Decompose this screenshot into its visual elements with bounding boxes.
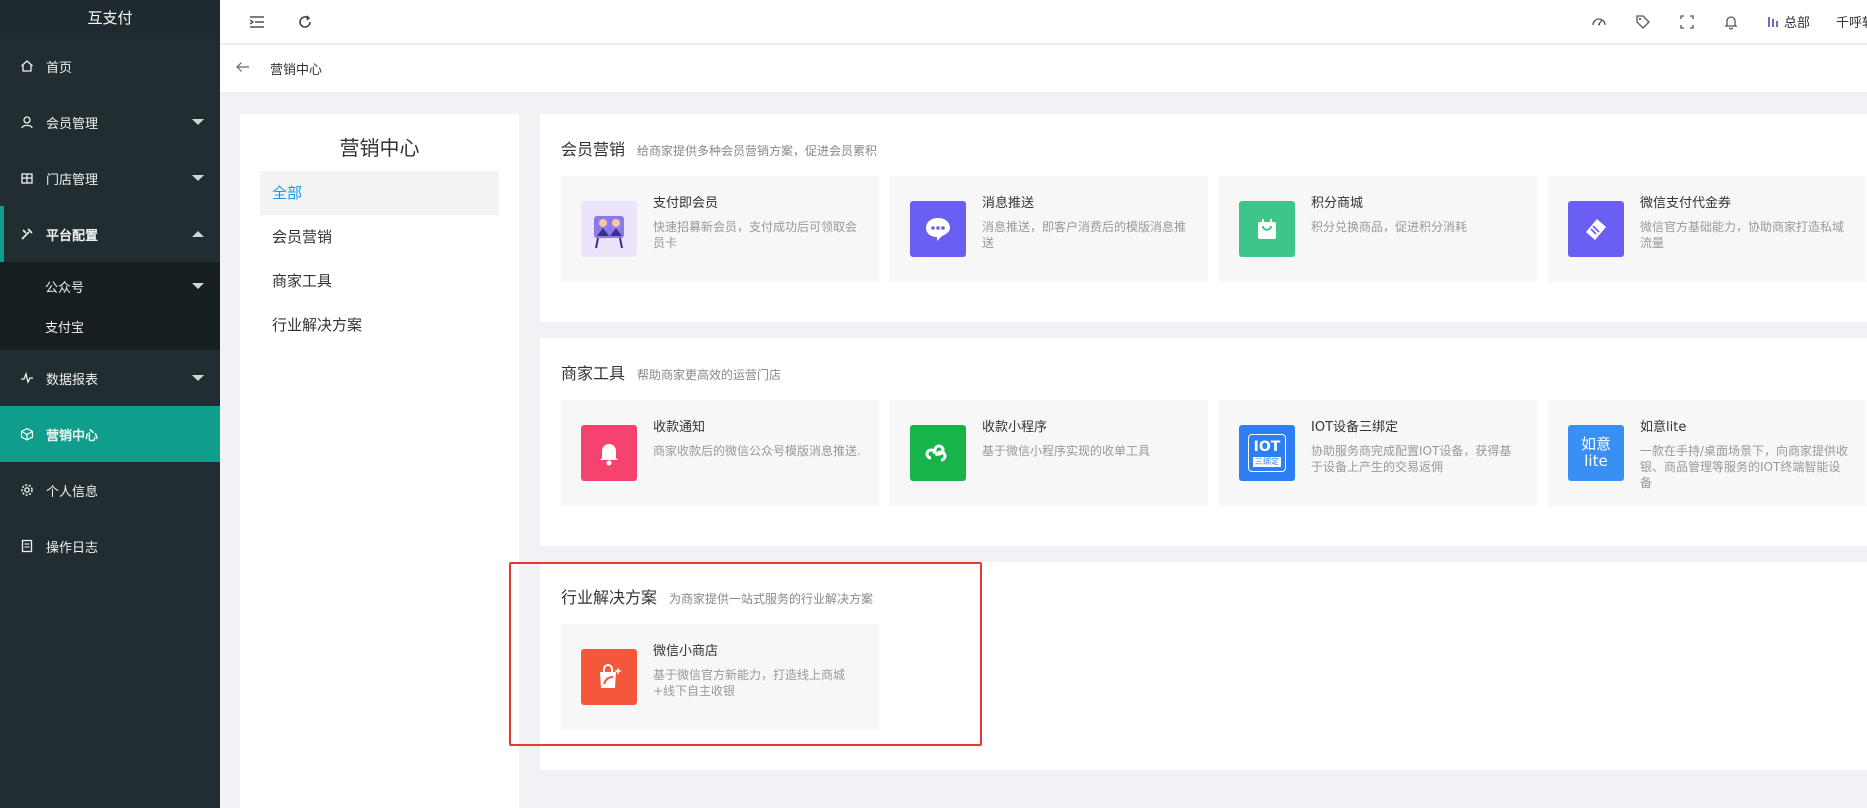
chevron-down-icon xyxy=(192,119,204,125)
ruyi-icon-text: 如意 xyxy=(1580,435,1611,453)
sidebar-item-label: 数据报表 xyxy=(46,372,99,388)
card-name: 如意lite xyxy=(1640,420,1687,435)
category-all[interactable]: 全部 xyxy=(260,171,499,215)
card-pay-to-member[interactable]: 支付即会员 快速招募新会员，支付成功后可领取会员卡 xyxy=(561,176,879,282)
highlight-annotation-box xyxy=(509,562,982,746)
sidebar-item-profile[interactable]: 个人信息 xyxy=(0,462,220,518)
user-menu[interactable]: 千呼软 xyxy=(1836,12,1867,31)
bell-icon[interactable] xyxy=(1722,13,1740,31)
chevron-down-icon xyxy=(192,175,204,181)
card-name: 支付即会员 xyxy=(653,196,719,211)
back-arrow-icon[interactable] xyxy=(236,61,250,77)
card-desc: 一款在手持/桌面场景下，向商家提供收银、商品管理等服务的IOT终端智能设备 xyxy=(1640,444,1849,490)
category-member-marketing[interactable]: 会员营销 xyxy=(260,215,499,259)
mini-program-icon xyxy=(910,425,966,481)
tag-icon[interactable] xyxy=(1634,13,1652,31)
ruyi-icon-subtext: lite xyxy=(1584,452,1608,470)
chevron-down-icon xyxy=(192,375,204,381)
card-desc: 快速招募新会员，支付成功后可领取会员卡 xyxy=(653,220,858,250)
card-ruyi-lite[interactable]: 如意 lite 如意lite 一款在手持/桌面场景下，向商家提供收银、商品管理等… xyxy=(1548,400,1866,506)
section-title: 商家工具 xyxy=(561,364,626,383)
card-name: 收款通知 xyxy=(653,420,706,435)
store-icon xyxy=(20,171,34,185)
gear-icon xyxy=(20,483,34,497)
sidebar-item-label: 操作日志 xyxy=(46,540,99,556)
sidebar-item-label: 营销中心 xyxy=(46,428,99,444)
sidebar-subitem-label: 公众号 xyxy=(45,280,85,296)
sidebar-item-reports[interactable]: 数据报表 xyxy=(0,350,220,406)
member-illustration-icon xyxy=(581,201,637,257)
card-payment-notify[interactable]: 收款通知 商家收款后的微信公众号模版消息推送. xyxy=(561,400,879,506)
section-subtitle: 帮助商家更高效的运营门店 xyxy=(637,368,782,382)
card-payment-mini-program[interactable]: 收款小程序 基于微信小程序实现的收单工具 xyxy=(890,400,1208,506)
card-desc: 基于微信小程序实现的收单工具 xyxy=(982,444,1151,458)
top-bar: 总部 千呼软 xyxy=(220,0,1867,44)
fullscreen-icon[interactable] xyxy=(1678,13,1696,31)
section-merchant-tools: 商家工具 帮助商家更高效的运营门店 收款通知 商家收款后的微信公众号模版消息推送… xyxy=(540,338,1867,546)
chat-bubble-icon xyxy=(910,201,966,257)
card-name: 收款小程序 xyxy=(982,420,1048,435)
chevron-down-icon xyxy=(192,283,204,289)
sidebar-item-label: 门店管理 xyxy=(46,172,99,188)
card-wechat-coupon[interactable]: 微信支付代金券 微信官方基础能力，协助商家打造私域流量 xyxy=(1548,176,1866,282)
log-icon xyxy=(20,539,34,553)
sidebar-item-marketing[interactable]: 营销中心 xyxy=(0,406,220,462)
card-desc: 积分兑换商品，促进积分消耗 xyxy=(1311,220,1468,234)
sidebar-item-label: 会员管理 xyxy=(46,116,99,132)
sidebar-item-home[interactable]: 首页 xyxy=(0,38,220,94)
dashboard-icon[interactable] xyxy=(1590,13,1608,31)
card-name: 消息推送 xyxy=(982,196,1035,211)
hq-label: 总部 xyxy=(1783,16,1810,31)
cube-icon xyxy=(20,427,34,441)
card-desc: 微信官方基础能力，协助商家打造私域流量 xyxy=(1640,220,1845,250)
section-member-marketing: 会员营销 给商家提供多种会员营销方案，促进会员累积 支付即会员 快速招募新会员，… xyxy=(540,114,1867,322)
refresh-icon[interactable] xyxy=(296,13,314,31)
card-name: 微信支付代金券 xyxy=(1640,196,1732,211)
category-panel-title: 营销中心 xyxy=(339,136,420,160)
card-desc: 商家收款后的微信公众号模版消息推送. xyxy=(653,444,861,458)
app-logo: 互支付 xyxy=(0,0,220,38)
chevron-up-icon xyxy=(192,231,204,237)
breadcrumb: 营销中心 xyxy=(220,45,1867,93)
card-name: IOT设备三绑定 xyxy=(1311,420,1399,435)
card-desc: 消息推送，即客户消费后的模版消息推送 xyxy=(982,220,1187,250)
branch-icon xyxy=(1768,16,1778,27)
iot-icon-text: IOT xyxy=(1253,438,1281,455)
sidebar-subitem-label: 支付宝 xyxy=(45,320,85,336)
sidebar-item-members[interactable]: 会员管理 xyxy=(0,94,220,150)
sidebar-item-stores[interactable]: 门店管理 xyxy=(0,150,220,206)
home-icon xyxy=(20,59,34,73)
sidebar-item-label: 首页 xyxy=(46,60,73,76)
bell-icon xyxy=(581,425,637,481)
collapse-menu-icon[interactable] xyxy=(248,13,266,31)
tools-icon xyxy=(20,227,34,241)
sidebar-item-platform-config[interactable]: 平台配置 xyxy=(0,206,220,262)
shopping-bag-icon xyxy=(1239,201,1295,257)
card-message-push[interactable]: 消息推送 消息推送，即客户消费后的模版消息推送 xyxy=(890,176,1208,282)
category-merchant-tools[interactable]: 商家工具 xyxy=(260,259,499,303)
breadcrumb-current: 营销中心 xyxy=(270,63,323,78)
card-iot-binding[interactable]: IOT 三绑定 IOT设备三绑定 协助服务商完成配置IOT设备，获得基于设备上产… xyxy=(1219,400,1537,506)
user-icon xyxy=(20,115,34,129)
category-panel: 营销中心 全部 会员营销 商家工具 行业解决方案 xyxy=(240,114,519,808)
sidebar: 互支付 首页 会员管理 门店管理 平台配置 公众号 支付宝 数据报表 营销中心 … xyxy=(0,0,220,808)
platform-config-submenu: 公众号 支付宝 xyxy=(0,262,220,350)
category-industry-solutions[interactable]: 行业解决方案 xyxy=(260,303,499,347)
chart-icon xyxy=(20,371,34,385)
sidebar-subitem-alipay[interactable]: 支付宝 xyxy=(0,306,220,346)
card-desc: 协助服务商完成配置IOT设备，获得基于设备上产生的交易返佣 xyxy=(1311,444,1512,474)
sidebar-item-logs[interactable]: 操作日志 xyxy=(0,518,220,574)
section-subtitle: 给商家提供多种会员营销方案，促进会员累积 xyxy=(637,144,878,158)
iot-icon-subtext: 三绑定 xyxy=(1253,456,1281,467)
section-title: 会员营销 xyxy=(561,140,626,159)
iot-icon: IOT 三绑定 xyxy=(1239,425,1295,481)
ruyi-icon: 如意 lite xyxy=(1568,425,1624,481)
coupon-icon xyxy=(1568,201,1624,257)
card-name: 积分商城 xyxy=(1311,196,1364,211)
headquarters-switch[interactable]: 总部 xyxy=(1766,12,1810,31)
sidebar-item-label: 平台配置 xyxy=(46,228,99,244)
card-points-mall[interactable]: 积分商城 积分兑换商品，促进积分消耗 xyxy=(1219,176,1537,282)
sidebar-item-label: 个人信息 xyxy=(46,484,99,500)
sidebar-subitem-wechat-official[interactable]: 公众号 xyxy=(0,266,220,306)
